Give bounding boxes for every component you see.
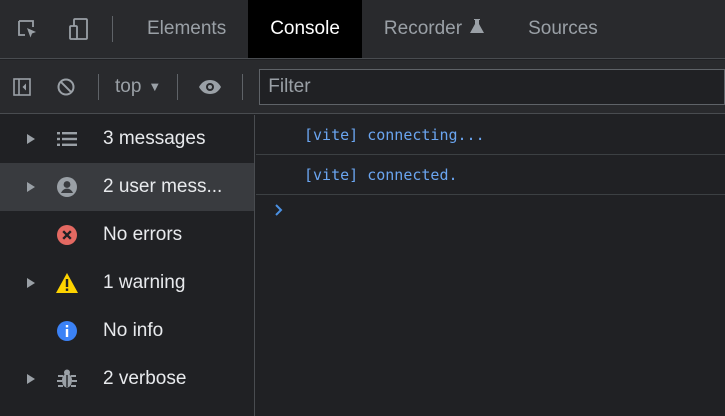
console-message[interactable]: [vite] connected.: [256, 155, 725, 195]
filter-field[interactable]: [259, 68, 725, 105]
user-icon: [55, 175, 79, 199]
list-icon: [55, 127, 79, 151]
inspect-element-icon[interactable]: [0, 0, 54, 58]
tab-recorder[interactable]: Recorder: [362, 0, 506, 58]
expand-triangle-icon[interactable]: [27, 182, 35, 192]
tab-sources[interactable]: Sources: [506, 0, 620, 58]
tab-elements[interactable]: Elements: [125, 0, 248, 58]
sidebar-item-label: 2 user mess...: [103, 176, 223, 197]
expand-triangle-icon[interactable]: [27, 278, 35, 288]
console-sidebar: 3 messages 2 user mess... No errors 1 wa…: [0, 115, 255, 416]
context-selector[interactable]: top ▼: [109, 76, 167, 98]
expand-triangle-icon[interactable]: [27, 374, 35, 384]
sidebar-item-label: 1 warning: [103, 272, 186, 293]
sidebar-item-label: No info: [103, 320, 164, 341]
expand-triangle-icon[interactable]: [27, 134, 35, 144]
console-message[interactable]: [vite] connecting...: [256, 115, 725, 155]
toggle-sidebar-icon[interactable]: [0, 60, 44, 114]
toolbar-divider: [177, 73, 179, 100]
toolbar-divider: [242, 73, 244, 100]
sidebar-item-label: 3 messages: [103, 128, 206, 149]
toolbar-divider: [98, 73, 99, 100]
console-toolbar: top ▼: [0, 60, 725, 114]
chevron-right-icon: [274, 201, 284, 223]
sidebar-item-label: No errors: [103, 224, 183, 245]
console-output[interactable]: [vite] connecting... [vite] connected.: [256, 115, 725, 416]
clear-console-icon[interactable]: [44, 60, 88, 114]
tab-console[interactable]: Console: [248, 0, 362, 58]
devtools-tab-bar: Elements Console Recorder Sources: [0, 0, 725, 59]
tab-bar-divider: [112, 16, 113, 42]
sidebar-item-messages[interactable]: 3 messages: [0, 115, 254, 163]
filter-input[interactable]: [268, 75, 724, 98]
sidebar-item-info[interactable]: No info: [0, 307, 254, 355]
error-icon: [55, 223, 79, 247]
sidebar-item-user-messages[interactable]: 2 user mess...: [0, 163, 254, 211]
console-prompt[interactable]: [256, 195, 725, 225]
warning-icon: [55, 271, 79, 295]
sidebar-item-errors[interactable]: No errors: [0, 211, 254, 259]
flask-icon: [470, 18, 485, 40]
bug-icon: [55, 367, 79, 391]
live-expression-eye-icon[interactable]: [188, 60, 232, 114]
device-toolbar-icon[interactable]: [54, 0, 104, 58]
info-icon: [55, 319, 79, 343]
sidebar-item-warnings[interactable]: 1 warning: [0, 259, 254, 307]
sidebar-item-verbose[interactable]: 2 verbose: [0, 355, 254, 403]
dropdown-caret-icon: ▼: [148, 79, 162, 94]
sidebar-item-label: 2 verbose: [103, 368, 187, 389]
